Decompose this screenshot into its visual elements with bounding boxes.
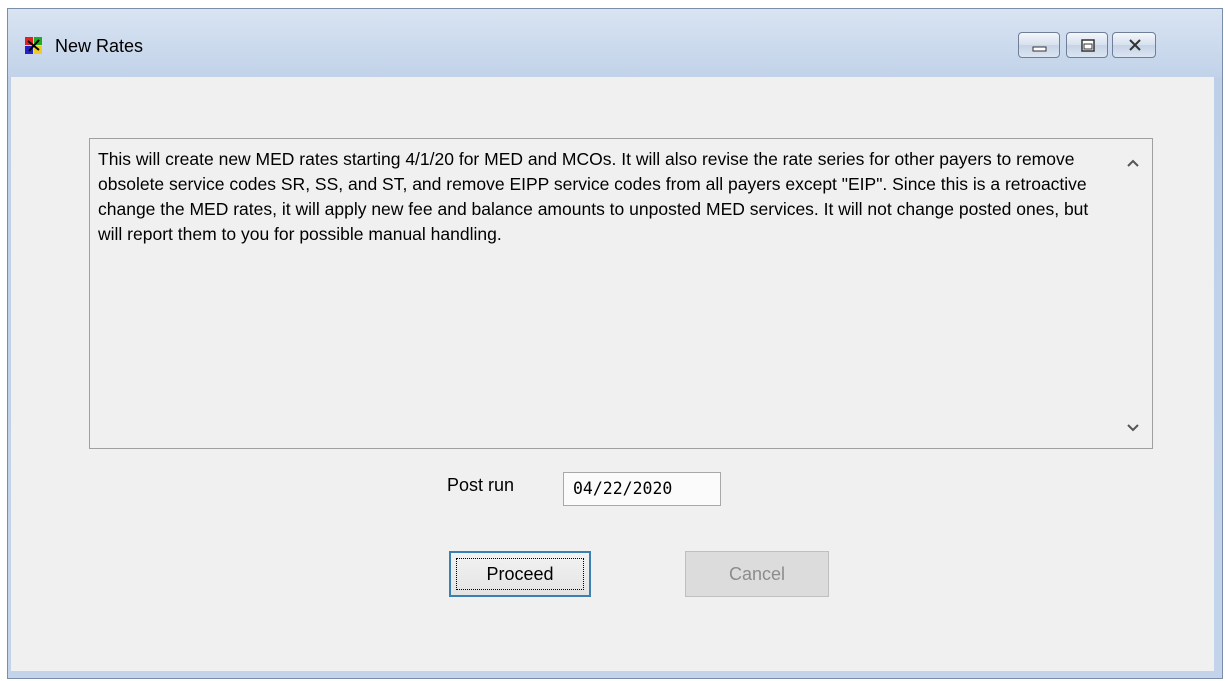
- minimize-button[interactable]: [1018, 32, 1060, 58]
- dialog-window: New Rates This will create new MED rates…: [7, 8, 1223, 679]
- close-icon: [1129, 39, 1141, 51]
- close-button[interactable]: [1112, 32, 1156, 58]
- maximize-icon: [1081, 39, 1095, 52]
- chevron-down-icon[interactable]: [1122, 418, 1144, 438]
- chevron-up-icon[interactable]: [1122, 153, 1144, 173]
- window-title: New Rates: [55, 36, 144, 56]
- proceed-button[interactable]: Proceed: [449, 551, 591, 597]
- message-text: This will create new MED rates starting …: [98, 149, 1089, 244]
- post-run-date-field[interactable]: 04/22/2020: [563, 472, 721, 506]
- dialog-body: This will create new MED rates starting …: [11, 77, 1214, 671]
- post-run-label: Post run: [447, 475, 515, 495]
- minimize-icon: [1032, 46, 1047, 52]
- app-icon: [24, 35, 44, 55]
- title-bar[interactable]: New Rates: [8, 9, 1222, 77]
- cancel-button: Cancel: [685, 551, 829, 597]
- proceed-button-label: Proceed: [486, 564, 554, 584]
- cancel-button-label: Cancel: [728, 564, 786, 584]
- maximize-button[interactable]: [1066, 32, 1108, 58]
- message-textbox[interactable]: This will create new MED rates starting …: [89, 138, 1153, 449]
